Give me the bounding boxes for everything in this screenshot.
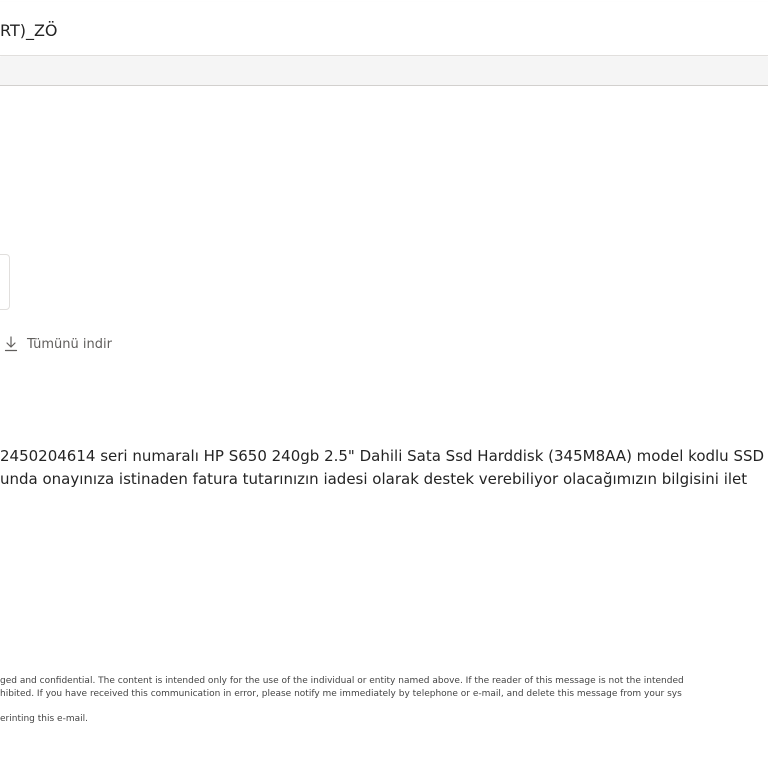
reading-pane-toolbar — [0, 57, 768, 86]
attachment-card[interactable] — [0, 254, 10, 310]
email-body-line: 2450204614 seri numaralı HP S650 240gb 2… — [0, 447, 765, 465]
email-subject: RT)_ZÖ — [0, 21, 58, 40]
download-icon — [4, 336, 18, 352]
disclaimer-line: ged and confidential. The content is int… — [0, 676, 684, 686]
download-all-label: Tümünü indir — [27, 336, 112, 352]
disclaimer-line: erinting this e-mail. — [0, 714, 88, 724]
email-body-line: unda onayınıza istinaden fatura tutarını… — [0, 470, 748, 488]
download-all-button[interactable]: Tümünü indir — [4, 335, 112, 353]
subject-header: RT)_ZÖ — [0, 2, 768, 56]
disclaimer-line: hibited. If you have received this commu… — [0, 689, 682, 699]
